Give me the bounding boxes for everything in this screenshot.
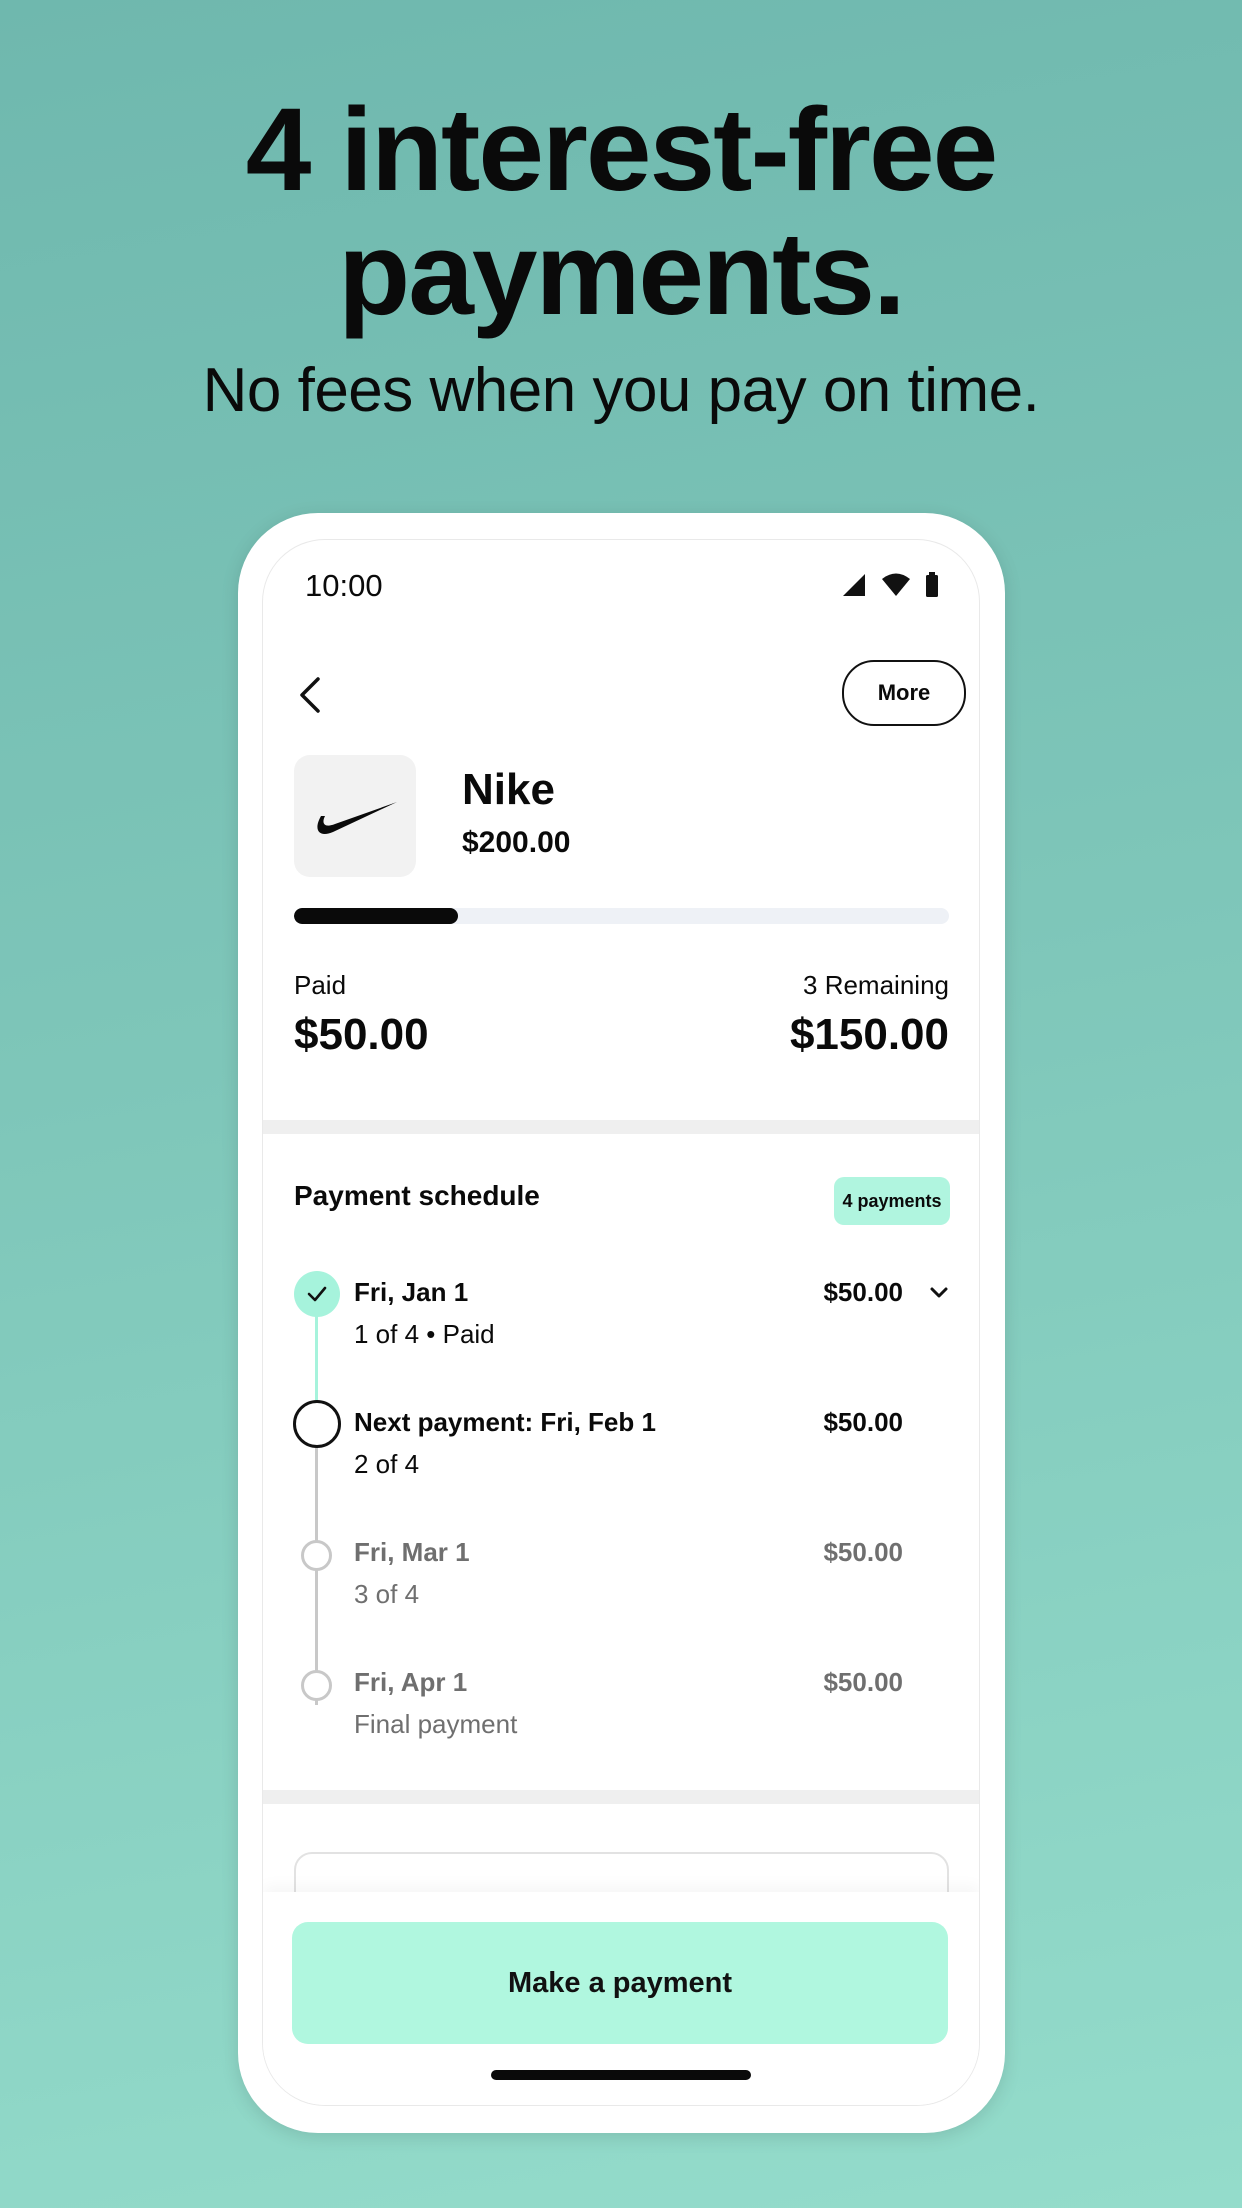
payments-count-badge: 4 payments bbox=[834, 1177, 950, 1225]
battery-icon bbox=[926, 572, 938, 597]
status-time: 10:00 bbox=[305, 568, 383, 603]
home-indicator bbox=[491, 2070, 751, 2080]
payment-progress-fill bbox=[294, 908, 458, 924]
promo-headline: 4 interest-free payments. bbox=[0, 88, 1242, 336]
chevron-down-icon bbox=[930, 1287, 948, 1298]
paid-value: $50.00 bbox=[294, 1010, 429, 1059]
timeline-line-upcoming bbox=[315, 1440, 318, 1705]
nike-swoosh-logo bbox=[317, 802, 397, 835]
schedule-item-date: Fri, Apr 1 bbox=[354, 1667, 468, 1697]
schedule-title: Payment schedule bbox=[294, 1180, 540, 1211]
headline-line-1: 4 interest-free bbox=[245, 84, 998, 216]
schedule-item-sub: 2 of 4 bbox=[354, 1449, 420, 1479]
status-icons bbox=[841, 572, 939, 598]
promo-subline: No fees when you pay on time. bbox=[202, 356, 1040, 425]
merchant-logo bbox=[294, 755, 416, 877]
signal-icon bbox=[843, 574, 865, 596]
schedule-item-date: Fri, Mar 1 bbox=[354, 1537, 470, 1567]
paid-check-dot bbox=[294, 1271, 340, 1317]
schedule-item-amount: $50.00 bbox=[823, 1667, 903, 1697]
merchant-name: Nike bbox=[462, 765, 555, 814]
schedule-item-sub: Final payment bbox=[354, 1709, 518, 1739]
checkmark-icon bbox=[307, 1286, 327, 1302]
chevron-left-icon bbox=[300, 677, 320, 713]
schedule-item-amount: $50.00 bbox=[823, 1277, 903, 1307]
phone-screen: 10:00 More Nike $200.00 Paid $50.00 3 Re… bbox=[263, 540, 979, 2105]
next-payment-dot bbox=[293, 1400, 341, 1448]
back-button[interactable] bbox=[285, 670, 335, 720]
schedule-item-sub: 3 of 4 bbox=[354, 1579, 420, 1609]
schedule-item-amount: $50.00 bbox=[823, 1537, 903, 1567]
section-divider bbox=[263, 1790, 979, 1804]
timeline-line-paid bbox=[315, 1310, 318, 1408]
schedule-item-sub: 1 of 4 • Paid bbox=[354, 1319, 495, 1349]
wifi-icon bbox=[882, 573, 910, 596]
schedule-item-amount: $50.00 bbox=[823, 1407, 903, 1437]
remaining-value: $150.00 bbox=[789, 1010, 949, 1059]
paid-label: Paid bbox=[294, 970, 347, 1000]
upcoming-dot bbox=[301, 1540, 332, 1571]
schedule-item-date: Fri, Jan 1 bbox=[354, 1277, 469, 1307]
expand-item-button[interactable] bbox=[925, 1279, 953, 1307]
make-payment-button[interactable]: Make a payment bbox=[292, 1922, 948, 2044]
upcoming-dot bbox=[301, 1670, 332, 1701]
payment-progress-bar bbox=[294, 908, 949, 924]
section-divider bbox=[263, 1120, 979, 1134]
more-button[interactable]: More bbox=[842, 660, 966, 726]
merchant-amount: $200.00 bbox=[462, 826, 571, 859]
headline-line-2: payments. bbox=[338, 208, 906, 340]
remaining-label: 3 Remaining bbox=[803, 970, 949, 1000]
schedule-item-date: Next payment: Fri, Feb 1 bbox=[354, 1407, 656, 1437]
